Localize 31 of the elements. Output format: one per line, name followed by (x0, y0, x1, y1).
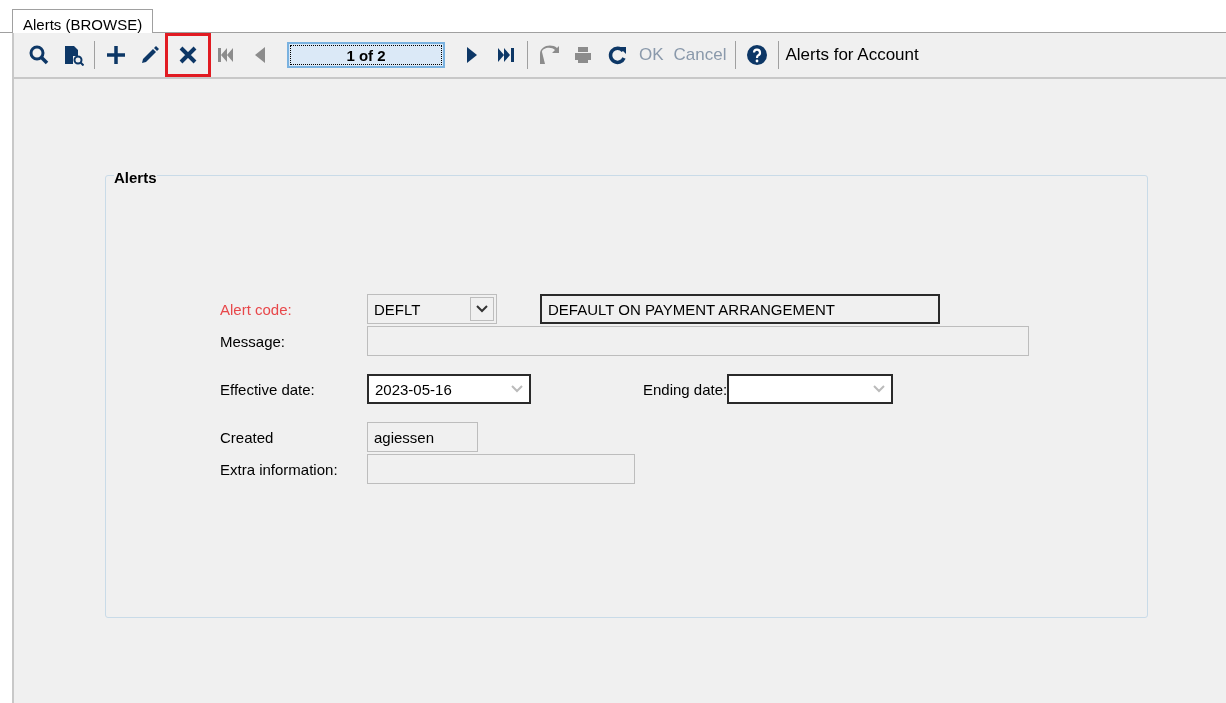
chevron-icon (873, 385, 886, 393)
close-button[interactable] (165, 33, 211, 77)
pencil-icon (139, 44, 161, 66)
refresh-icon (606, 44, 628, 66)
help-icon (746, 44, 769, 66)
message-field[interactable] (367, 326, 1029, 356)
ending-date-field[interactable] (727, 374, 894, 404)
field-label: Extra information: (220, 460, 339, 478)
field-label: Alert code: (220, 300, 293, 318)
tab[interactable]: Alerts (BROWSE) (12, 9, 154, 33)
field-label: Ending date: (643, 380, 728, 398)
undo-icon (538, 44, 560, 66)
alert-code-combo[interactable]: DEFLT (367, 294, 497, 324)
toolbar-title: Alerts for Account (785, 45, 919, 65)
document-search-icon (62, 44, 84, 66)
chevron-icon (476, 305, 488, 313)
field-label: Created (220, 428, 275, 446)
field-label: Effective date: (220, 380, 316, 398)
field-label: Message: (220, 332, 287, 350)
description-field: DEFAULT ON PAYMENT ARRANGEMENT (540, 294, 940, 324)
extra-information-field[interactable] (367, 454, 635, 484)
printer-icon (572, 44, 594, 66)
close-icon (177, 44, 199, 66)
search-icon (28, 44, 50, 66)
record-position-button[interactable]: 1 of 2 (287, 42, 445, 68)
plus-icon (105, 44, 127, 66)
effective-date-field[interactable]: 2023-05-16 (367, 374, 531, 404)
chevron-icon (511, 385, 523, 393)
group-title: Alerts (114, 169, 157, 186)
created-field: agiessen (367, 422, 478, 452)
dropdown-button[interactable] (470, 297, 494, 321)
